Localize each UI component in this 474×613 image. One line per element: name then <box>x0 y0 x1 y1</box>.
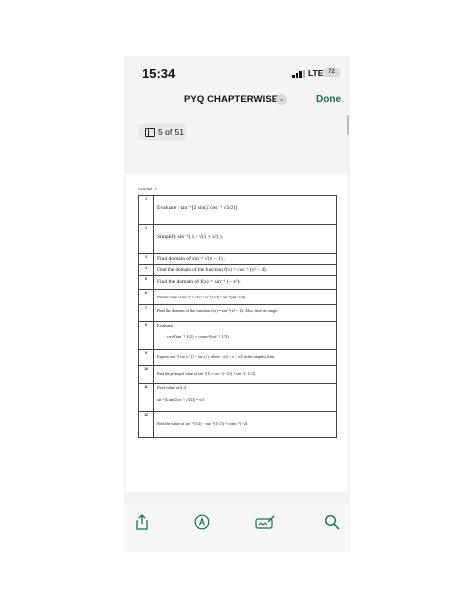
question-text: Simplify sin⁻¹( x / √(1 + x²) ). <box>153 224 337 254</box>
signal-icon <box>292 70 306 78</box>
question-row: 5 Find the domain of f(x) = sin⁻¹ (− x²)… <box>138 275 337 290</box>
question-number: 11 <box>138 383 154 412</box>
share-icon[interactable] <box>134 514 150 530</box>
question-row: 7 Find the domain of the function f(x) =… <box>138 304 337 322</box>
status-time: 15:34 <box>142 66 176 81</box>
question-row: 10 Find the principal value of tan⁻¹(1) … <box>138 365 337 384</box>
question-cell: Evaluate : cos²(tan⁻¹ 1/2) + cosec²(cot⁻… <box>153 321 337 350</box>
battery-icon: 72 <box>323 68 340 77</box>
question-row: 8 Evaluate : cos²(tan⁻¹ 1/2) + cosec²(co… <box>138 321 337 350</box>
question-row: 11 Find value of k if sin⁻¹[k tan(2cos⁻¹… <box>138 383 337 412</box>
question-number: 7 <box>138 304 154 322</box>
question-text: Find the domain of the function f(x) = c… <box>153 264 337 276</box>
markup-icon[interactable] <box>194 514 210 530</box>
document-title: PYQ CHAPTERWISE <box>184 94 279 105</box>
done-button[interactable]: Done <box>316 94 341 105</box>
question-row: 1 Evaluate : tan⁻¹[2 sin(2 cos⁻¹ √3/2)] <box>138 195 337 225</box>
question-text: Find the value of tan⁻¹(−1/√3) + cot⁻¹(1… <box>153 289 337 305</box>
nav-bar: PYQ CHAPTERWISE ⌄ Done <box>124 86 350 116</box>
question-number: 2 <box>138 224 154 254</box>
question-row: 12 Find the value of sec⁻¹(1/2) − tan⁻¹(… <box>138 411 337 438</box>
question-text: Find the domain of the function f(x) = s… <box>153 304 337 322</box>
question-text: Find the value of sec⁻¹(1/2) − tan⁻¹(1/√… <box>153 411 337 438</box>
page-counter-label: 5 of 51 <box>158 127 184 137</box>
question-table: 1 Evaluate : tan⁻¹[2 sin(2 cos⁻¹ √3/2)] … <box>138 195 337 438</box>
question-row: 6 Find the value of tan⁻¹(−1/√3) + cot⁻¹… <box>138 289 337 305</box>
question-number: 9 <box>138 349 154 366</box>
question-formula: cos²(tan⁻¹ 1/2) + cosec²(cot⁻¹ 1/3) <box>167 334 229 339</box>
question-text: Find domain of sin⁻¹ √(x − 1) . <box>153 253 337 265</box>
question-number: 4 <box>138 264 154 276</box>
chapter-heading: CHAPTER - 2 <box>138 187 157 191</box>
chevron-down-icon[interactable]: ⌄ <box>276 94 287 105</box>
question-text: Evaluate : tan⁻¹[2 sin(2 cos⁻¹ √3/2)] <box>153 195 337 225</box>
status-bar: 15:34 LTE 72 <box>124 56 350 86</box>
question-row: 4 Find the domain of the function f(x) =… <box>138 264 337 276</box>
bottom-toolbar <box>124 502 350 552</box>
scrollbar[interactable] <box>347 115 349 135</box>
network-label: LTE <box>308 68 324 78</box>
question-formula: sin⁻¹[k tan(2cos⁻¹ √3/2)] = π/3 <box>157 398 205 402</box>
question-number: 5 <box>138 275 154 290</box>
question-number: 3 <box>138 253 154 265</box>
question-number: 6 <box>138 289 154 305</box>
question-number: 1 <box>138 195 154 225</box>
question-row: 3 Find domain of sin⁻¹ √(x − 1) . <box>138 253 337 265</box>
question-cell: Find value of k if sin⁻¹[k tan(2cos⁻¹ √3… <box>153 383 337 412</box>
question-number: 10 <box>138 365 154 384</box>
question-text: Express tan⁻¹( cos x / (1 − sin x) ), wh… <box>153 349 337 366</box>
sidebar-icon <box>145 128 155 137</box>
question-number: 8 <box>138 321 154 350</box>
question-row: 2 Simplify sin⁻¹( x / √(1 + x²) ). <box>138 224 337 254</box>
search-icon[interactable] <box>324 514 340 530</box>
signature-icon[interactable] <box>255 514 275 530</box>
question-row: 9 Express tan⁻¹( cos x / (1 − sin x) ), … <box>138 349 337 366</box>
question-text: Find the principal value of tan⁻¹(1) + c… <box>153 365 337 384</box>
question-number: 12 <box>138 411 154 438</box>
page-counter: 5 of 51 <box>138 123 186 141</box>
question-text: Find the domain of f(x) = sin⁻¹ (− x²). <box>153 275 337 290</box>
